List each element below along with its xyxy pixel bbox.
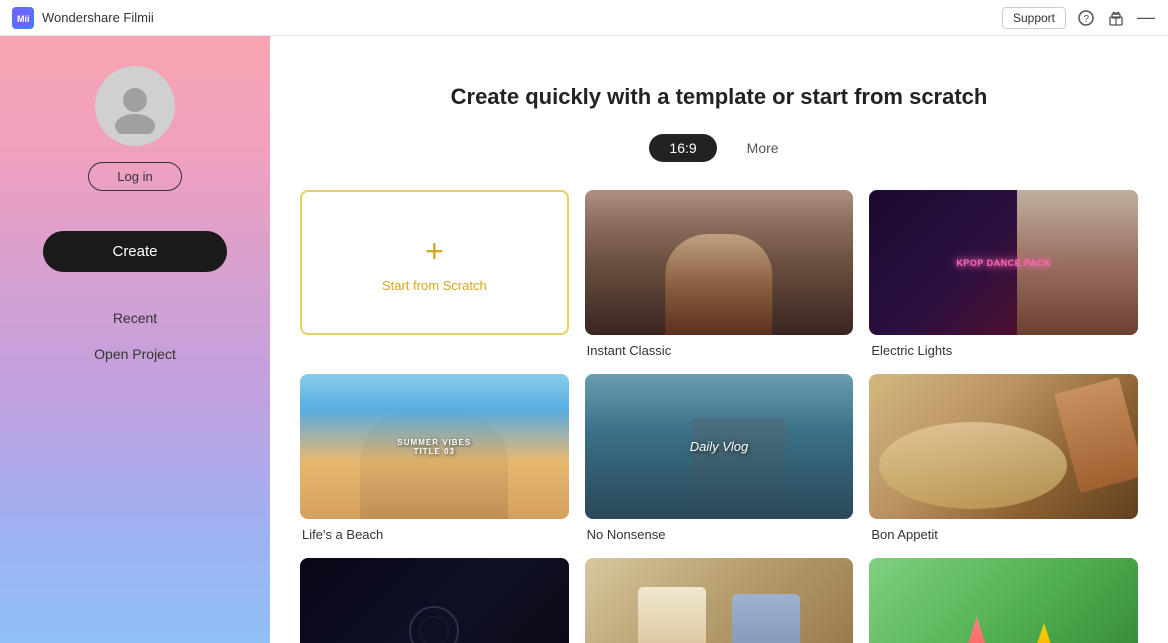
app-logo: Mii: [12, 7, 34, 29]
scratch-card[interactable]: + Start from Scratch: [300, 190, 569, 335]
titlebar-right: Support ? —: [1002, 7, 1156, 29]
template-row3-left[interactable]: [300, 558, 569, 643]
ratio-tab-16-9[interactable]: 16:9: [649, 134, 716, 162]
ratio-tab-more[interactable]: More: [737, 134, 789, 162]
template-electric-lights[interactable]: KPOP DANCE PACK Electric Lights: [869, 190, 1138, 358]
template-thumb-bon-appetit: [869, 374, 1138, 519]
template-grid: + Start from Scratch Instant Classic: [300, 190, 1138, 643]
support-button[interactable]: Support: [1002, 7, 1066, 29]
template-thumb-row3-left: [300, 558, 569, 643]
main-layout: Log in Create Recent Open Project Create…: [0, 36, 1168, 643]
template-label-beach: Life's a Beach: [300, 527, 569, 542]
app-name: Wondershare Filmii: [42, 10, 154, 25]
titlebar-left: Mii Wondershare Filmii: [12, 7, 154, 29]
sidebar-nav: Recent Open Project: [20, 302, 250, 370]
ratio-tabs: 16:9 More: [300, 134, 1138, 162]
template-row3-right[interactable]: [869, 558, 1138, 643]
template-label-electric-lights: Electric Lights: [869, 343, 1138, 358]
template-thumb-electric-lights: KPOP DANCE PACK: [869, 190, 1138, 335]
template-bon-appetit[interactable]: Bon Appetit: [869, 374, 1138, 542]
content-area: Create quickly with a template or start …: [270, 44, 1168, 643]
svg-text:Mii: Mii: [17, 14, 30, 24]
template-lifes-a-beach[interactable]: SUMMER VIBESTITLE 03 Life's a Beach: [300, 374, 569, 542]
beach-overlay-text: SUMMER VIBESTITLE 03: [397, 438, 471, 456]
template-thumb-row3-right: [869, 558, 1138, 643]
template-row3-mid[interactable]: [585, 558, 854, 643]
login-button[interactable]: Log in: [88, 162, 181, 191]
template-thumb-beach: SUMMER VIBESTITLE 03: [300, 374, 569, 519]
scratch-label: Start from Scratch: [382, 278, 487, 293]
vlog-overlay-text: Daily Vlog: [690, 439, 749, 454]
sidebar-item-open-project[interactable]: Open Project: [20, 338, 250, 370]
template-label-bon-appetit: Bon Appetit: [869, 527, 1138, 542]
template-thumb-instant-classic: [585, 190, 854, 335]
sidebar-item-recent[interactable]: Recent: [20, 302, 250, 334]
page-title: Create quickly with a template or start …: [300, 84, 1138, 110]
template-label-vlog: No Nonsense: [585, 527, 854, 542]
gift-icon[interactable]: [1106, 8, 1126, 28]
titlebar: Mii Wondershare Filmii Support ?: [0, 0, 1168, 36]
template-label-instant-classic: Instant Classic: [585, 343, 854, 358]
svg-text:?: ?: [1084, 14, 1090, 25]
kpop-overlay-text: KPOP DANCE PACK: [956, 258, 1051, 268]
template-no-nonsense[interactable]: Daily Vlog No Nonsense: [585, 374, 854, 542]
template-instant-classic[interactable]: Instant Classic: [585, 190, 854, 358]
help-icon[interactable]: ?: [1076, 8, 1096, 28]
minimize-button[interactable]: —: [1136, 8, 1156, 28]
avatar: [95, 66, 175, 146]
sidebar: Log in Create Recent Open Project: [0, 36, 270, 643]
scratch-template-item[interactable]: + Start from Scratch: [300, 190, 569, 358]
create-button[interactable]: Create: [43, 231, 227, 272]
scratch-plus-icon: +: [425, 233, 444, 270]
template-thumb-vlog: Daily Vlog: [585, 374, 854, 519]
template-thumb-row3-mid: [585, 558, 854, 643]
